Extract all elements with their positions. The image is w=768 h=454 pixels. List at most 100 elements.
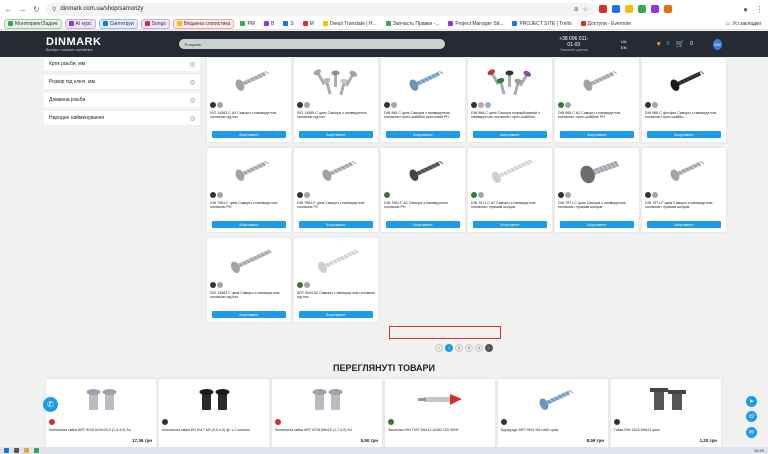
assortment-button[interactable]: Асортимент	[386, 131, 460, 138]
forward-icon[interactable]: →	[18, 5, 27, 14]
product-title[interactable]: ISO 14583-C A4 Саморіз з напівкруглою го…	[210, 111, 288, 120]
all-bookmarks[interactable]: ▭ Усі закладки	[723, 20, 765, 28]
viewed-image[interactable]	[49, 382, 153, 418]
assortment-button[interactable]: Асортимент	[647, 221, 721, 228]
product-title[interactable]: ISO 14583-F цинк Саморіз з напівкруглою …	[210, 291, 288, 300]
product-image[interactable]	[558, 61, 636, 101]
product-card[interactable]: DIN 968-C A2 Саморіз з напівкруглою голо…	[555, 58, 639, 142]
product-card[interactable]: ISO 14583-C A4 Саморіз з напівкруглою го…	[207, 58, 291, 142]
product-title[interactable]: DIN 7981-F цинк Саморіз з напівкруглою г…	[210, 201, 288, 210]
product-image[interactable]	[210, 61, 288, 101]
product-card[interactable]: DIN 968-C цинк Саморіз з напівкруглою го…	[381, 58, 465, 142]
viewed-card[interactable]: Гайка DIN 1624 М6х11 цинк 1,20 грн	[611, 379, 721, 447]
bookmark-star-icon[interactable]: ☆	[583, 6, 588, 13]
start-icon[interactable]	[4, 448, 9, 453]
product-card[interactable]: ART 9043 A2 Саморіз з напівкруглою голов…	[294, 238, 378, 322]
phone-icon[interactable]: ✆	[43, 397, 58, 412]
extension-icon[interactable]	[625, 5, 633, 13]
bookmark-item[interactable]: Project Manager Sit...	[445, 20, 506, 28]
product-title[interactable]: DIN 7981-F цинк Саморіз з напівкруглою г…	[297, 201, 375, 210]
chat-icon[interactable]: ✉	[746, 427, 757, 438]
extension-icon[interactable]	[599, 5, 607, 13]
bookmark-item[interactable]: Синтегруи	[98, 18, 138, 29]
product-card[interactable]: DIN 968-C фосфат Саморіз з напівкруглою …	[642, 58, 726, 142]
bookmark-item[interactable]: Deepl Translate | H...	[320, 20, 380, 28]
plus-icon[interactable]: +	[190, 61, 195, 67]
assortment-button[interactable]: Асортимент	[473, 221, 547, 228]
assortment-button[interactable]: Асортимент	[473, 131, 547, 138]
cart-icon[interactable]: 🛒	[676, 40, 685, 48]
extension-icon[interactable]	[651, 5, 659, 13]
assortment-button[interactable]: Асортимент	[212, 311, 286, 318]
assortment-button[interactable]: Асортимент	[299, 221, 373, 228]
viber-icon[interactable]: ☏	[746, 411, 757, 422]
bookmark-item[interactable]: AI курс	[64, 18, 96, 29]
assortment-button[interactable]: Асортимент	[386, 221, 460, 228]
product-title[interactable]: DIN 968-C A2 Саморіз з напівкруглою голо…	[558, 111, 636, 120]
assortment-button[interactable]: Асортимент	[560, 221, 634, 228]
product-title[interactable]: DIN 7971-C цинк Саморіз з напівкруглою г…	[558, 201, 636, 210]
bookmark-item[interactable]: B	[261, 20, 277, 28]
product-image[interactable]	[471, 151, 549, 191]
product-image[interactable]	[558, 151, 636, 191]
assortment-button[interactable]: Асортимент	[299, 131, 373, 138]
product-title[interactable]: DIN 7971-F цинк Саморіз з напівкруглою г…	[645, 201, 723, 210]
viewed-title-text[interactable]: Бурфундт ART 9491 М4 ha50 цинк	[501, 428, 605, 437]
next-page-button[interactable]: ›	[485, 344, 493, 352]
assortment-button[interactable]: Асортимент	[212, 131, 286, 138]
product-image[interactable]	[297, 241, 375, 281]
extension-icon[interactable]	[638, 5, 646, 13]
viewed-image[interactable]	[162, 382, 266, 418]
page-button[interactable]: 3	[465, 344, 473, 352]
product-card[interactable]: ISO 14585-C цинк Саморіз з напівкруглою …	[294, 58, 378, 142]
prev-page-button[interactable]: ‹	[435, 344, 443, 352]
lang-en[interactable]: EN	[621, 45, 627, 50]
viewed-title-text[interactable]: Клепальна гайка ART 9218 М6х15 (1,7-4,0)…	[275, 428, 379, 437]
product-card[interactable]: DIN 968-C цинк Саморіз пофарбований з на…	[468, 58, 552, 142]
page-button[interactable]: 4	[475, 344, 483, 352]
chrome-icon[interactable]	[34, 448, 39, 453]
viewed-card[interactable]: Клепальна гайка ART 9218 М10х20,5 (1,5-4…	[46, 379, 156, 447]
extension-icon[interactable]	[612, 5, 620, 13]
product-card[interactable]: DIN 7971-C цинк Саморіз з напівкруглою г…	[555, 148, 639, 232]
product-card[interactable]: DIN 7971-C A2 Саморіз з напівкруглою гол…	[468, 148, 552, 232]
assortment-button[interactable]: Асортимент	[299, 311, 373, 318]
lang-ua[interactable]: UA	[621, 39, 627, 44]
avatar[interactable]: DM	[713, 38, 722, 50]
menu-icon[interactable]: ⋮	[755, 5, 764, 14]
product-title[interactable]: DIN 7981-F A2 Саморіз з напівкруглою гол…	[384, 201, 462, 210]
viewed-image[interactable]	[501, 382, 605, 418]
logo[interactable]: DINMARK Експерт з якісного кріплення	[46, 36, 101, 52]
plus-icon[interactable]: +	[190, 97, 195, 103]
extension-icon[interactable]	[664, 5, 672, 13]
bookmark-item[interactable]: Доступи - Evernote	[578, 20, 635, 28]
phone-block[interactable]: +38 096 011-01-03 Замовити дзвінок	[557, 36, 591, 52]
address-bar[interactable]: ⚲ dinmark.com.ua/shop/samorizy ⊕ ☆	[46, 2, 594, 16]
bookmark-item[interactable]: Запчасть Правки -...	[383, 20, 443, 28]
viewed-card[interactable]: Заклепка DIN 7337 М4х12 А2/А2 ISO 9005	[385, 379, 495, 447]
back-icon[interactable]: ←	[4, 5, 13, 14]
product-card[interactable]: DIN 7981-F цинк Саморіз з напівкруглою г…	[294, 148, 378, 232]
viewed-card[interactable]: Клепальна гайка ART 9218 М6х15 (1,7-4,0)…	[272, 379, 382, 447]
bookmark-item[interactable]: S	[280, 20, 296, 28]
search-input[interactable]: Я шукаю	[179, 39, 445, 49]
product-card[interactable]: ISO 14583-F цинк Саморіз з напівкруглою …	[207, 238, 291, 322]
language-switch[interactable]: UA EN	[621, 39, 627, 50]
url-text[interactable]: dinmark.com.ua/shop/samorizy	[60, 6, 143, 12]
page-button[interactable]: 1	[445, 344, 453, 352]
viewed-image[interactable]	[614, 382, 718, 418]
telegram-icon[interactable]: ➤	[746, 396, 757, 407]
product-image[interactable]	[384, 151, 462, 191]
viewed-title-text[interactable]: Гайка DIN 1624 М6х11 цинк	[614, 428, 718, 437]
product-image[interactable]	[471, 61, 549, 101]
search-task-icon[interactable]	[14, 448, 19, 453]
callback-link[interactable]: Замовити дзвінок	[557, 48, 591, 52]
wishlist-icon[interactable]: ♥	[657, 41, 661, 48]
product-title[interactable]: DIN 968-C фосфат Саморіз з напівкруглою …	[645, 111, 723, 120]
product-title[interactable]: DIN 7971-C A2 Саморіз з напівкруглою гол…	[471, 201, 549, 210]
assortment-button[interactable]: Асортимент	[647, 131, 721, 138]
zoom-icon[interactable]: ⊕	[574, 6, 579, 13]
assortment-button[interactable]: Асортимент	[560, 131, 634, 138]
plus-icon[interactable]: +	[190, 115, 195, 121]
product-image[interactable]	[210, 151, 288, 191]
